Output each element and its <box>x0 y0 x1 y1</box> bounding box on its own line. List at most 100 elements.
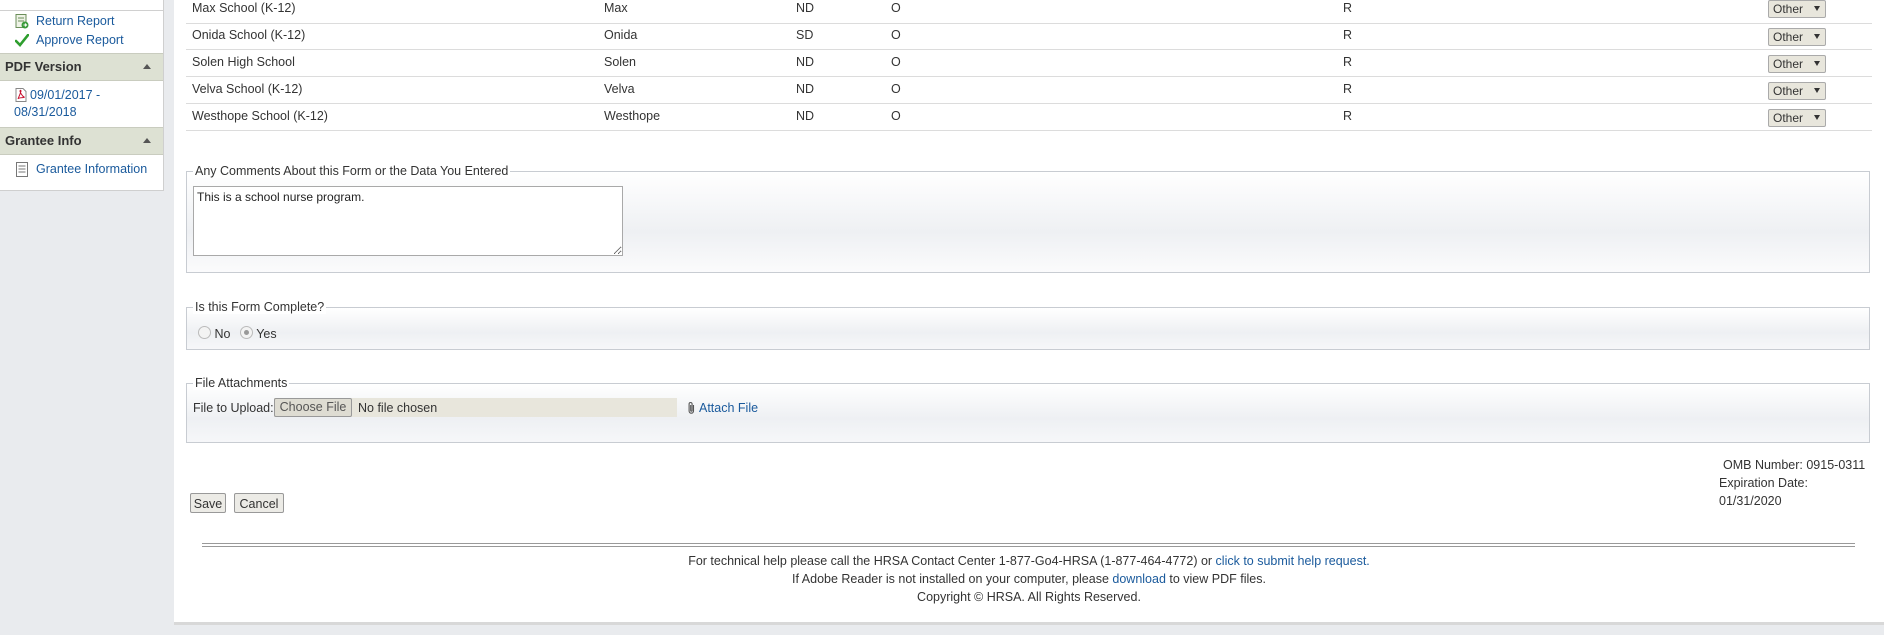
footer-help-text: For technical help please call the HRSA … <box>688 554 1216 568</box>
select-value: Other <box>1773 84 1804 98</box>
footer-line-1: For technical help please call the HRSA … <box>186 554 1872 568</box>
footer-copyright: Copyright © HRSA. All Rights Reserved. <box>917 590 1141 604</box>
collapse-caret-icon[interactable] <box>143 64 151 69</box>
footer-adobe-text-pre: If Adobe Reader is not installed on your… <box>792 572 1113 586</box>
grantee-information-link[interactable]: Grantee Information <box>36 161 147 177</box>
omb-info: OMB Number: 0915-0311 Expiration Date: 0… <box>1719 456 1872 510</box>
school-type-select[interactable]: Other <box>1768 28 1826 46</box>
file-input[interactable]: Choose File No file chosen <box>274 398 677 417</box>
sidebar-item-approve-report[interactable]: Approve Report <box>0 29 163 51</box>
state: ND <box>796 1 815 15</box>
school-name: Onida School (K-12) <box>192 28 306 42</box>
state: ND <box>796 55 815 69</box>
paperclip-icon[interactable] <box>687 401 696 418</box>
city: Velva <box>604 82 635 96</box>
pdf-version-header[interactable]: PDF Version <box>0 53 163 81</box>
omb-number: OMB Number: 0915-0311 <box>1723 458 1866 472</box>
chevron-down-icon <box>1814 34 1820 39</box>
city: Onida <box>604 28 638 42</box>
submit-help-request-link[interactable]: click to submit help request. <box>1216 554 1370 568</box>
no-file-chosen-text: No file chosen <box>358 401 438 415</box>
table-row: Solen High School Solen ND O R Other <box>186 50 1872 77</box>
sidebar: Return Report Approve Report PDF Version… <box>0 0 164 191</box>
form-complete-legend: Is this Form Complete? <box>193 300 327 314</box>
file-attachments-fieldset: File Attachments File to Upload: Choose … <box>186 376 1870 443</box>
approve-report-link[interactable]: Approve Report <box>36 32 124 48</box>
no-radio[interactable] <box>198 326 211 339</box>
select-value: Other <box>1773 30 1804 44</box>
choose-file-button[interactable]: Choose File <box>274 398 352 417</box>
column-4-value: O <box>891 1 901 15</box>
return-report-icon <box>14 13 30 29</box>
chevron-down-icon <box>1814 88 1820 93</box>
chevron-down-icon <box>1814 61 1820 66</box>
column-5-value: R <box>1343 82 1353 96</box>
file-upload-row: File to Upload: Choose File No file chos… <box>193 398 773 418</box>
select-value: Other <box>1773 111 1804 125</box>
pdf-file-icon <box>14 87 28 103</box>
sidebar-item-pdf[interactable]: 09/01/2017 - 08/31/2018 <box>0 81 163 121</box>
expiration-date: Expiration Date: 01/31/2020 <box>1719 476 1808 508</box>
city: Max <box>604 1 628 15</box>
pdf-version-title: PDF Version <box>5 59 82 74</box>
return-report-link[interactable]: Return Report <box>36 13 115 29</box>
school-type-select[interactable]: Other <box>1768 0 1826 18</box>
grantee-info-header[interactable]: Grantee Info <box>0 127 163 155</box>
footer-divider <box>202 543 1855 547</box>
column-4-value: O <box>891 109 901 123</box>
school-type-select[interactable]: Other <box>1768 109 1826 127</box>
school-name: Westhope School (K-12) <box>192 109 328 123</box>
main-content: Max School (K-12) Max ND O R Other Onida… <box>174 0 1884 625</box>
footer-adobe-text-post: to view PDF files. <box>1165 572 1266 586</box>
column-5-value: R <box>1343 1 1353 15</box>
column-5-value: R <box>1343 55 1353 69</box>
form-complete-fieldset: Is this Form Complete? No Yes <box>186 300 1870 350</box>
column-4-value: O <box>891 82 901 96</box>
table-row: Max School (K-12) Max ND O R Other <box>186 0 1872 24</box>
select-value: Other <box>1773 57 1804 71</box>
file-attachments-legend: File Attachments <box>193 376 290 390</box>
school-name: Max School (K-12) <box>192 1 296 15</box>
document-icon <box>14 161 30 177</box>
table-row: Velva School (K-12) Velva ND O R Other <box>186 77 1872 104</box>
footer-line-2: If Adobe Reader is not installed on your… <box>186 572 1872 586</box>
school-name: Solen High School <box>192 55 295 69</box>
pdf-version-link-line1[interactable]: 09/01/2017 - <box>30 87 100 104</box>
form-complete-options: No Yes <box>198 326 277 341</box>
school-name: Velva School (K-12) <box>192 82 303 96</box>
school-type-select[interactable]: Other <box>1768 82 1826 100</box>
city: Westhope <box>604 109 661 123</box>
no-radio-label[interactable]: No <box>214 327 230 341</box>
yes-radio-label[interactable]: Yes <box>256 327 276 341</box>
collapse-caret-icon[interactable] <box>143 138 151 143</box>
chevron-down-icon <box>1814 115 1820 120</box>
column-4-value: O <box>891 55 901 69</box>
city: Solen <box>604 55 636 69</box>
sidebar-item-grantee-information[interactable]: Grantee Information <box>0 155 163 177</box>
select-value: Other <box>1773 2 1804 16</box>
sidebar-top-edge <box>0 0 163 11</box>
grantee-info-title: Grantee Info <box>5 133 82 148</box>
pdf-version-link-line2[interactable]: 08/31/2018 <box>14 104 100 121</box>
chevron-down-icon <box>1814 6 1820 11</box>
sidebar-item-return-report[interactable]: Return Report <box>0 11 163 29</box>
save-button[interactable]: Save <box>190 493 226 513</box>
state: ND <box>796 109 815 123</box>
state: ND <box>796 82 815 96</box>
yes-radio[interactable] <box>239 326 253 339</box>
file-upload-label: File to Upload: <box>193 401 274 415</box>
comments-textarea[interactable]: This is a school nurse program. <box>193 186 623 256</box>
column-4-value: O <box>891 28 901 42</box>
comments-legend: Any Comments About this Form or the Data… <box>193 164 511 178</box>
state: SD <box>796 28 814 42</box>
checkmark-icon <box>14 32 30 48</box>
comments-fieldset: Any Comments About this Form or the Data… <box>186 164 1870 273</box>
download-link[interactable]: download <box>1112 572 1166 586</box>
attach-file-link[interactable]: Attach File <box>699 401 758 415</box>
table-row: Westhope School (K-12) Westhope ND O R O… <box>186 104 1872 131</box>
column-5-value: R <box>1343 28 1353 42</box>
school-type-select[interactable]: Other <box>1768 55 1826 73</box>
cancel-button[interactable]: Cancel <box>234 493 284 513</box>
table-row: Onida School (K-12) Onida SD O R Other <box>186 23 1872 50</box>
column-5-value: R <box>1343 109 1353 123</box>
